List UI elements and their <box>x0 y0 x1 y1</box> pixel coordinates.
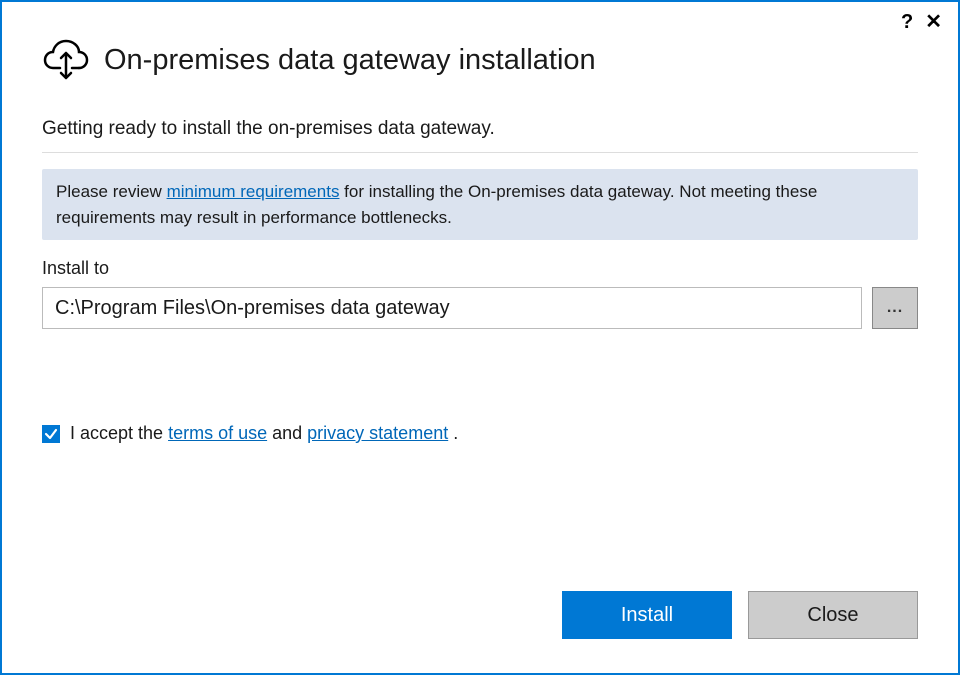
page-title: On-premises data gateway installation <box>104 44 596 77</box>
browse-button[interactable]: ... <box>872 287 918 329</box>
help-icon[interactable]: ? <box>901 12 913 32</box>
accept-middle: and <box>267 423 307 443</box>
accept-checkbox[interactable] <box>42 425 60 443</box>
content-area: On-premises data gateway installation Ge… <box>2 2 958 591</box>
subtitle: Getting ready to install the on-premises… <box>42 118 918 153</box>
accept-suffix: . <box>448 423 458 443</box>
header: On-premises data gateway installation <box>42 38 918 82</box>
titlebar-controls: ? ✕ <box>901 12 942 32</box>
accept-row: I accept the terms of use and privacy st… <box>42 423 918 444</box>
info-banner: Please review minimum requirements for i… <box>42 169 918 240</box>
installer-window: ? ✕ On-premises data gateway installatio… <box>0 0 960 675</box>
install-to-label: Install to <box>42 258 918 279</box>
accept-prefix: I accept the <box>70 423 168 443</box>
close-button[interactable]: Close <box>748 591 918 639</box>
close-icon[interactable]: ✕ <box>925 12 942 32</box>
footer: Install Close <box>2 591 958 673</box>
terms-of-use-link[interactable]: terms of use <box>168 423 267 443</box>
privacy-statement-link[interactable]: privacy statement <box>307 423 448 443</box>
cloud-arrow-icon <box>42 38 90 82</box>
install-path-row: ... <box>42 287 918 329</box>
install-button[interactable]: Install <box>562 591 732 639</box>
install-path-input[interactable] <box>42 287 862 329</box>
accept-text: I accept the terms of use and privacy st… <box>70 423 458 444</box>
info-prefix: Please review <box>56 182 167 201</box>
min-requirements-link[interactable]: minimum requirements <box>167 182 340 201</box>
